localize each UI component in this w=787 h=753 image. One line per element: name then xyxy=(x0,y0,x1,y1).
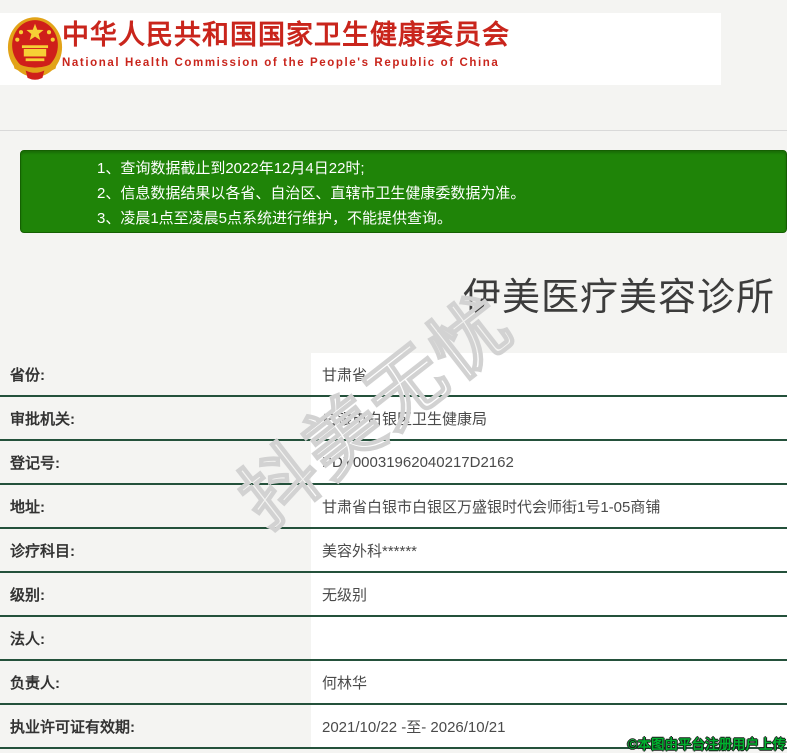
banner-titles: 中华人民共和国国家卫生健康委员会 National Health Commiss… xyxy=(62,18,702,69)
field-value: 甘肃省 xyxy=(311,353,787,395)
field-value: 无级别 xyxy=(311,573,787,615)
national-emblem-icon xyxy=(7,17,63,80)
field-label: 执业许可证有效期: xyxy=(10,718,135,736)
field-value: 美容外科****** xyxy=(311,529,787,571)
field-value xyxy=(311,617,787,659)
field-value: 甘肃省白银市白银区万盛银时代会师街1号1-05商铺 xyxy=(311,485,787,527)
table-row: 登记号: PDY00031962040217D2162 xyxy=(0,441,787,485)
field-label: 地址: xyxy=(10,498,45,516)
field-label: 审批机关: xyxy=(10,410,75,428)
table-row: 负责人: 何林华 xyxy=(0,661,787,705)
field-label: 级别: xyxy=(10,586,45,604)
field-label: 诊疗科目: xyxy=(10,542,75,560)
field-value: 白银市白银区卫生健康局 xyxy=(311,397,787,439)
table-row: 法人: xyxy=(0,617,787,661)
header-banner: 中华人民共和国国家卫生健康委员会 National Health Commiss… xyxy=(0,13,721,85)
field-value: 何林华 xyxy=(311,661,787,703)
site-title-english: National Health Commission of the People… xyxy=(62,57,500,69)
table-row: 地址: 甘肃省白银市白银区万盛银时代会师街1号1-05商铺 xyxy=(0,485,787,529)
notice-line: 1、查询数据截止到2022年12月4日22时; xyxy=(97,160,365,177)
table-row: 诊疗科目: 美容外科****** xyxy=(0,529,787,573)
header-separator-line xyxy=(0,130,787,131)
field-label: 法人: xyxy=(10,630,45,648)
notice-line: 3、凌晨1点至凌晨5点系统进行维护，不能提供查询。 xyxy=(97,210,453,227)
table-row: 级别: 无级别 xyxy=(0,573,787,617)
site-title-chinese: 中华人民共和国国家卫生健康委员会 xyxy=(62,20,510,50)
table-row: 省份: 甘肃省 xyxy=(0,353,787,397)
platform-upload-stamp: ©本图由平台注册用户上传 xyxy=(627,737,786,752)
notice-line: 2、信息数据结果以各省、自治区、直辖市卫生健康委数据为准。 xyxy=(97,185,526,202)
license-detail-table: 省份: 甘肃省 审批机关: 白银市白银区卫生健康局 登记号: PDY000319… xyxy=(0,353,787,749)
clinic-name-heading: 伊美医疗美容诊所 xyxy=(462,277,775,319)
field-label: 负责人: xyxy=(10,674,60,692)
field-value: PDY00031962040217D2162 xyxy=(311,441,787,483)
query-notice-box: 1、查询数据截止到2022年12月4日22时; 2、信息数据结果以各省、自治区、… xyxy=(20,150,787,233)
field-label: 登记号: xyxy=(10,454,60,472)
table-row: 审批机关: 白银市白银区卫生健康局 xyxy=(0,397,787,441)
field-label: 省份: xyxy=(10,366,45,384)
